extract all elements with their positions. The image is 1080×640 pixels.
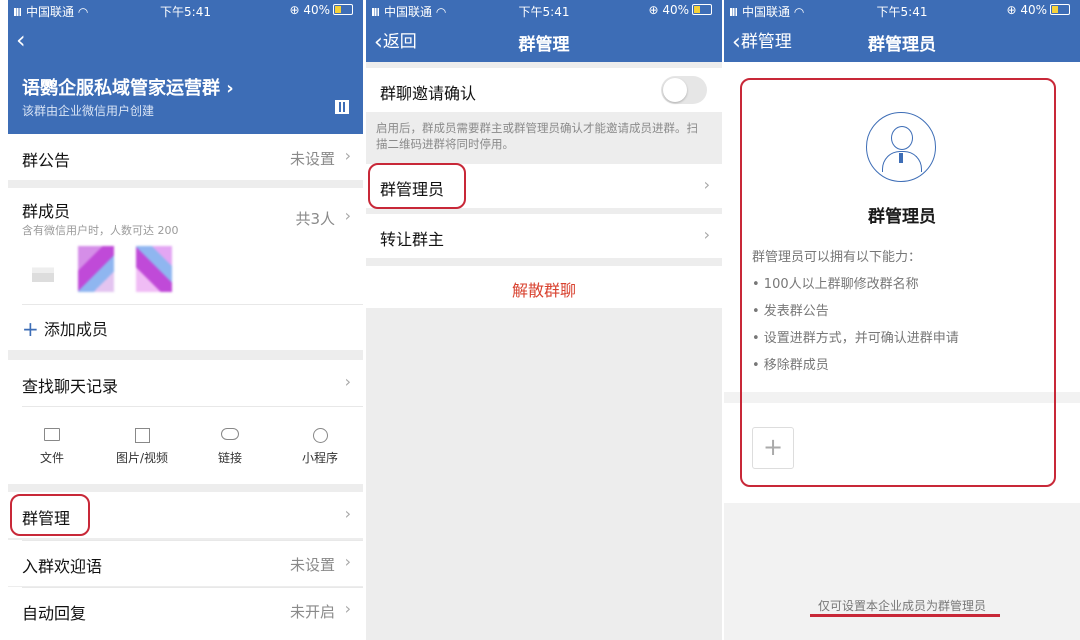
underline-highlight — [810, 614, 1000, 617]
toggle-knob — [663, 78, 687, 102]
shortcut-file[interactable]: 文件 — [22, 428, 82, 466]
transfer-owner-label: 转让群主 — [380, 230, 445, 249]
battery-label: 40% — [662, 3, 689, 17]
created-by-label: 该群由企业微信用户创建 — [22, 104, 155, 118]
members-section: 群成员 含有微信用户时，人数可达 200 共3人 › + 添加成员 — [8, 188, 363, 350]
lock-rotation-icon: ⊕ — [289, 3, 300, 17]
dissolve-row[interactable]: 解散群聊 — [366, 266, 722, 308]
admin-footer-note: 仅可设置本企业成员为群管理员 — [817, 599, 986, 613]
auto-reply-row[interactable]: 自动回复 未开启 › — [8, 587, 363, 640]
member-avatar[interactable] — [78, 246, 114, 292]
page-title: 群管理 — [518, 35, 570, 55]
battery-icon — [692, 4, 712, 15]
transfer-owner-row[interactable]: 转让群主 › — [366, 214, 722, 258]
status-bar: 中国联通 ◠ 下午5:41 ⊕ 40% — [366, 0, 722, 20]
navigation-bar: 中国联通 ◠ 下午5:41 ⊕ 40% ‹返回 群管理 — [366, 0, 722, 62]
auto-reply-value: 未开启 — [289, 603, 335, 621]
divider — [22, 540, 363, 541]
shortcut-link[interactable]: 链接 — [200, 428, 260, 466]
battery-icon — [333, 4, 353, 15]
shortcuts-row: 文件 图片/视频 链接 小程序 — [8, 406, 363, 484]
welcome-label: 入群欢迎语 — [22, 557, 103, 576]
chevron-right-icon: › — [344, 372, 351, 391]
battery-label: 40% — [1020, 3, 1047, 17]
auto-reply-label: 自动回复 — [22, 604, 87, 623]
shortcut-label: 图片/视频 — [115, 451, 169, 465]
highlight-box — [368, 163, 466, 209]
navigation-bar: 中国联通 ◠ 下午5:41 ⊕ 40% ‹群管理 群管理员 — [724, 0, 1080, 62]
highlight-box — [10, 494, 90, 536]
chevron-right-icon: › — [344, 504, 351, 523]
image-icon — [134, 428, 150, 443]
chevron-right-icon: › — [703, 175, 710, 194]
announcement-label: 群公告 — [22, 151, 71, 170]
group-manage-screen: 中国联通 ◠ 下午5:41 ⊕ 40% ‹返回 群管理 群聊邀请确认 启用后，群… — [366, 0, 722, 640]
member-avatar[interactable] — [32, 260, 54, 282]
chevron-right-icon: › — [703, 225, 710, 244]
invite-confirm-label: 群聊邀请确认 — [380, 84, 477, 103]
divider — [22, 406, 363, 407]
search-history-label: 查找聊天记录 — [22, 377, 119, 396]
page-title: 群管理员 — [868, 35, 936, 55]
divider — [22, 304, 363, 305]
highlight-box — [740, 78, 1056, 487]
header-area: 中国联通 ◠ 下午5:41 ⊕ 40% ‹ 语鹦企服私域管家运营群 › 该群由企… — [8, 0, 363, 134]
members-count[interactable]: 共3人 — [295, 208, 335, 229]
search-history-row[interactable]: 查找聊天记录 › — [8, 360, 363, 406]
members-label[interactable]: 群成员 — [22, 198, 70, 222]
divider — [22, 587, 363, 588]
folder-icon — [44, 428, 60, 441]
group-admin-screen: 中国联通 ◠ 下午5:41 ⊕ 40% ‹群管理 群管理员 群管理员 群管理员可… — [724, 0, 1080, 640]
shortcut-label: 文件 — [39, 451, 64, 465]
chevron-right-icon: › — [344, 206, 351, 225]
welcome-row[interactable]: 入群欢迎语 未设置 › — [8, 540, 363, 586]
shortcut-image[interactable]: 图片/视频 — [110, 428, 174, 466]
invite-confirm-row: 群聊邀请确认 — [366, 68, 722, 112]
qr-code-icon[interactable] — [335, 100, 349, 114]
status-bar: 中国联通 ◠ 下午5:41 ⊕ 40% — [724, 0, 1080, 20]
add-member-label: 添加成员 — [43, 320, 108, 339]
plus-icon: + — [22, 317, 39, 341]
lock-rotation-icon: ⊕ — [1006, 3, 1017, 17]
chevron-right-icon: › — [344, 599, 351, 618]
announcement-row[interactable]: 群公告 未设置 › — [8, 134, 363, 180]
status-bar: 中国联通 ◠ 下午5:41 ⊕ 40% — [8, 0, 363, 20]
member-avatar[interactable] — [136, 246, 172, 292]
lock-rotation-icon: ⊕ — [648, 3, 659, 17]
announcement-value: 未设置 — [289, 150, 335, 168]
welcome-value: 未设置 — [289, 556, 335, 574]
group-info-screen: 中国联通 ◠ 下午5:41 ⊕ 40% ‹ 语鹦企服私域管家运营群 › 该群由企… — [8, 0, 363, 640]
back-button[interactable]: ‹ — [16, 26, 26, 54]
group-name[interactable]: 语鹦企服私域管家运营群 › — [22, 74, 234, 100]
invite-confirm-description: 启用后，群成员需要群主或群管理员确认才能邀请成员进群。扫描二维码进群将同时停用。 — [376, 121, 698, 151]
invite-confirm-toggle[interactable] — [661, 76, 707, 104]
chevron-right-icon: › — [344, 552, 351, 571]
dissolve-group-button[interactable]: 解散群聊 — [366, 277, 722, 301]
battery-label: 40% — [303, 3, 330, 17]
chevron-right-icon: › — [344, 146, 351, 165]
members-sub-label: 含有微信用户时，人数可达 200 — [22, 224, 179, 237]
link-icon — [221, 428, 239, 440]
add-member-button[interactable]: + 添加成员 — [22, 316, 108, 341]
battery-icon — [1050, 4, 1070, 15]
shortcut-label: 链接 — [217, 451, 242, 465]
shortcut-miniprogram[interactable]: 小程序 — [290, 428, 350, 466]
miniprogram-icon — [312, 428, 328, 443]
shortcut-label: 小程序 — [301, 451, 338, 465]
